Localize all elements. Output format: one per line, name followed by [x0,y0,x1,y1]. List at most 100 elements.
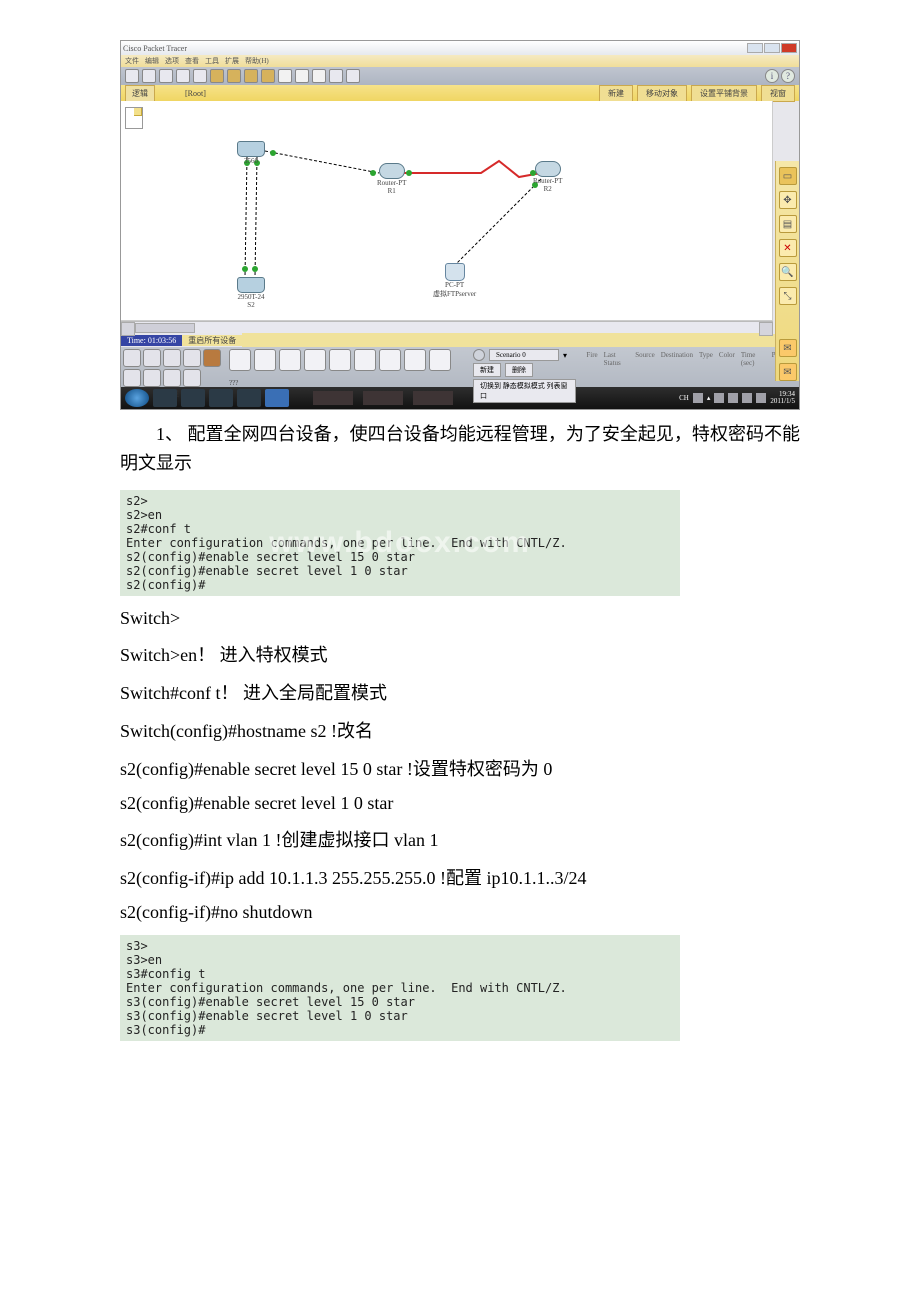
taskbar-word-icon[interactable] [265,389,289,407]
device-s3[interactable]: 3560 [237,141,265,165]
window-buttons [747,43,797,53]
device-type-router-icon[interactable] [123,349,141,367]
toolbar-open-icon[interactable] [142,69,156,83]
select-tool-icon[interactable]: ▭ [779,167,797,185]
scenario-delete-button[interactable]: 删除 [505,363,533,377]
toolbar-zoomin-icon[interactable] [278,69,292,83]
taskbar-preview-3 [413,391,453,405]
device-type-connections-icon[interactable] [203,349,221,367]
locbar-new-button[interactable]: 新建 [599,85,633,102]
inspect-tool-icon[interactable]: 🔍 [779,263,797,281]
device-type-end-icon[interactable] [123,369,141,387]
toolbar-new-icon[interactable] [125,69,139,83]
complex-pdu-icon[interactable]: ✉ [779,363,797,381]
cmd-line-4: Switch(config)#hostname s2 !改名 [120,717,800,743]
workspace-hscrollbar[interactable] [121,321,773,333]
cable-phone-icon[interactable] [354,349,376,371]
cable-cross-icon[interactable] [304,349,326,371]
toolbar-info-icon[interactable]: i [765,69,779,83]
toolbar-help-icon[interactable]: ? [781,69,795,83]
scenario-toggle-icon[interactable] [473,349,485,361]
move-tool-icon[interactable]: ✥ [779,191,797,209]
delete-tool-icon[interactable]: ✕ [779,239,797,257]
menu-edit[interactable]: 编辑 [145,56,159,66]
menu-options[interactable]: 选项 [165,56,179,66]
toggle-pdu-list-button[interactable]: 切换到 静态模拟模式 列表窗口 [473,379,576,403]
location-bar: 逻辑 [Root] 新建 移动对象 设置平铺背景 视窗 [121,85,799,101]
workspace-canvas[interactable]: 3560 2950T-24 S2 Router-PT R1 Router-PT … [121,101,773,321]
tray-flag-icon[interactable] [714,393,724,403]
device-type-hub-icon[interactable] [163,349,181,367]
toolbar-zoomreset-icon[interactable] [295,69,309,83]
device-type-multi-icon[interactable] [183,369,201,387]
toolbar-zoomout-icon[interactable] [312,69,326,83]
taskbar-pt-icon[interactable] [237,389,261,407]
device-type-switch-icon[interactable] [143,349,161,367]
window-title: Cisco Packet Tracer [123,44,187,53]
resize-tool-icon[interactable]: ⤡ [779,287,797,305]
terminal-s2-content: s2> s2>en s2#conf t Enter configuration … [126,494,674,592]
close-button[interactable] [781,43,797,53]
toolbar-redo-icon[interactable] [261,69,275,83]
tray-icon-1[interactable] [693,393,703,403]
maximize-button[interactable] [764,43,780,53]
pdu-col-status: Last Status [604,351,630,367]
toolbar-custom-icon[interactable] [346,69,360,83]
menu-extensions[interactable]: 扩展 [225,56,239,66]
toolbar-undo-icon[interactable] [244,69,258,83]
toolbar-save-icon[interactable] [159,69,173,83]
menu-view[interactable]: 查看 [185,56,199,66]
simple-pdu-icon[interactable]: ✉ [779,339,797,357]
device-pc-model: PC-PT [445,281,464,289]
tray-clock[interactable]: 19:34 2011/1/5 [770,391,795,405]
device-s2-name: S2 [247,301,254,309]
minimize-button[interactable] [747,43,763,53]
cable-serial-dte-icon[interactable] [429,349,451,371]
pdu-col-dest: Destination [661,351,693,367]
cable-serial-dce-icon[interactable] [404,349,426,371]
taskbar-media-icon[interactable] [209,389,233,407]
terminal-output-s3: s3> s3>en s3#config t Enter configuratio… [120,935,680,1041]
taskbar-explorer-icon[interactable] [153,389,177,407]
logical-tab[interactable]: 逻辑 [125,85,155,102]
device-r1[interactable]: Router-PT R1 [377,163,406,195]
cable-auto-icon[interactable] [229,349,251,371]
note-icon[interactable] [125,107,143,129]
device-type-wireless-icon[interactable] [183,349,201,367]
pdu-col-time: Time (sec) [741,351,766,367]
tray-network-icon[interactable] [728,393,738,403]
device-r2[interactable]: Router-PT R2 [533,161,562,193]
locbar-bg-button[interactable]: 设置平铺背景 [691,85,757,102]
device-s2[interactable]: 2950T-24 S2 [237,277,265,309]
tray-battery-icon[interactable] [756,393,766,403]
device-type-custom-icon[interactable] [163,369,181,387]
device-s3-label: 3560 [244,157,258,165]
cable-straight-icon[interactable] [279,349,301,371]
scenario-new-button[interactable]: 新建 [473,363,501,377]
cable-fiber-icon[interactable] [329,349,351,371]
device-type-wan-icon[interactable] [143,369,161,387]
locbar-move-button[interactable]: 移动对象 [637,85,687,102]
cmd-line-9: s2(config-if)#no shutdown [120,902,800,923]
cable-console-icon[interactable] [254,349,276,371]
reset-devices-button[interactable]: 重启所有设备 [182,335,242,346]
scenario-select[interactable]: Scenario 0 [489,349,559,361]
menu-help[interactable]: 帮助(H) [245,56,269,66]
menu-tools[interactable]: 工具 [205,56,219,66]
locbar-viewport-button[interactable]: 视窗 [761,85,795,102]
note-tool-icon[interactable]: ▤ [779,215,797,233]
menu-file[interactable]: 文件 [125,56,139,66]
time-bar: Time: 01:03:56 重启所有设备 实时 [121,333,799,347]
toolbar-copy-icon[interactable] [210,69,224,83]
toolbar-paste-icon[interactable] [227,69,241,83]
right-tool-panel: ▭ ✥ ▤ ✕ 🔍 ⤡ ✉ ✉ [775,161,799,381]
cable-coax-icon[interactable] [379,349,401,371]
tray-ime-label[interactable]: CH [679,394,689,402]
device-pc[interactable]: PC-PT 虚拟FTPserver [433,263,476,299]
toolbar-draw-icon[interactable] [329,69,343,83]
toolbar-wizard-icon[interactable] [193,69,207,83]
tray-volume-icon[interactable] [742,393,752,403]
start-button[interactable] [125,389,149,407]
taskbar-ie-icon[interactable] [181,389,205,407]
toolbar-print-icon[interactable] [176,69,190,83]
